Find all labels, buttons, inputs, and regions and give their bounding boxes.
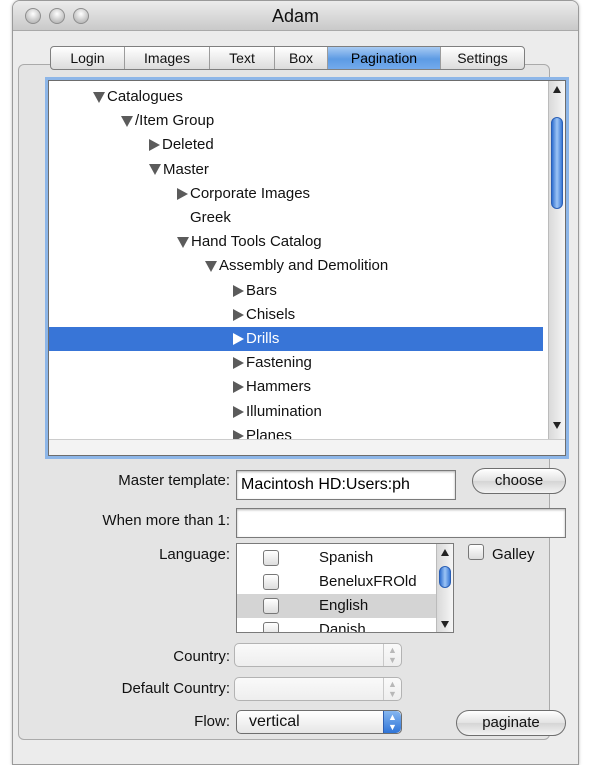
scroll-up-arrow-icon[interactable] xyxy=(549,81,565,97)
tree-vertical-scrollbar[interactable] xyxy=(548,81,565,455)
tab-settings[interactable]: Settings xyxy=(441,47,524,69)
language-option-label: English xyxy=(319,597,369,614)
title-bar: Adam xyxy=(13,1,578,31)
disclosure-expanded-icon[interactable] xyxy=(93,91,105,103)
tree-item[interactable]: Drills xyxy=(49,327,543,351)
tab-images[interactable]: Images xyxy=(125,47,210,69)
default-country-stepper-icon: ▲ ▼ xyxy=(383,678,401,700)
language-option-label: Danish xyxy=(319,621,366,633)
language-option[interactable]: Spanish xyxy=(237,546,436,570)
window-title: Adam xyxy=(271,6,320,26)
flow-stepper-icon: ▲ ▼ xyxy=(383,711,401,733)
disclosure-collapsed-icon[interactable] xyxy=(177,187,188,200)
master-template-field[interactable]: Macintosh HD:Users:ph xyxy=(236,470,456,500)
country-stepper-icon: ▲ ▼ xyxy=(383,644,401,666)
tree-item-label: Drills xyxy=(246,330,280,347)
language-option[interactable]: English xyxy=(237,594,436,618)
default-country-popup[interactable]: ▲ ▼ xyxy=(234,677,402,701)
disclosure-expanded-icon[interactable] xyxy=(177,236,189,248)
tree-item-label: Hammers xyxy=(246,378,312,396)
tree-item[interactable]: Bars xyxy=(49,279,543,303)
tab-bar: Login Images Text Box Pagination Setting… xyxy=(50,46,525,70)
tree-item[interactable]: Corporate Images xyxy=(49,182,543,206)
tab-text[interactable]: Text xyxy=(210,47,275,69)
language-scrollbar[interactable] xyxy=(436,544,453,632)
flow-label: Flow: xyxy=(194,713,230,730)
tree-item-label: Catalogues xyxy=(107,88,183,105)
disclosure-collapsed-icon[interactable] xyxy=(233,308,244,321)
language-checkbox[interactable] xyxy=(263,550,279,566)
tree-item[interactable]: Greek xyxy=(49,206,543,230)
tree-item[interactable]: Hammers xyxy=(49,375,543,399)
tree-item-label: Illumination xyxy=(246,402,322,420)
tree-item[interactable]: Catalogues xyxy=(49,85,543,109)
scroll-thumb[interactable] xyxy=(551,117,563,209)
language-list[interactable]: Danish English BeneluxFROld Spanish xyxy=(236,543,454,633)
language-scroll-thumb[interactable] xyxy=(439,566,451,588)
tree-item-label: Chisels xyxy=(246,305,296,323)
language-option-label: BeneluxFROld xyxy=(319,573,417,590)
language-checkbox[interactable] xyxy=(263,574,279,590)
default-country-label: Default Country: xyxy=(121,680,230,697)
choose-button[interactable]: choose xyxy=(472,468,566,494)
disclosure-collapsed-icon[interactable] xyxy=(233,333,244,346)
tree-item-label: Deleted xyxy=(162,136,214,154)
tab-pagination[interactable]: Pagination xyxy=(328,47,441,69)
tree-item[interactable]: Fastening xyxy=(49,351,543,375)
scroll-down-arrow-icon[interactable] xyxy=(549,417,565,433)
tree-item[interactable]: Chisels xyxy=(49,303,543,327)
tree-item[interactable]: Master xyxy=(49,158,543,182)
catalog-tree[interactable]: Planes Illumination Hammers Fastening Drills… xyxy=(48,80,566,456)
galley-label: Galley xyxy=(492,546,535,563)
tree-item-label: Hand Tools Catalog xyxy=(191,233,322,251)
disclosure-collapsed-icon[interactable] xyxy=(149,139,160,152)
tab-login[interactable]: Login xyxy=(51,47,125,69)
disclosure-collapsed-icon[interactable] xyxy=(233,405,244,418)
tree-item-label: Fastening xyxy=(246,354,312,372)
disclosure-collapsed-icon[interactable] xyxy=(233,357,244,370)
master-template-label: Master template: xyxy=(118,472,230,489)
tree-item[interactable]: Hand Tools Catalog xyxy=(49,230,543,254)
tree-item-label: Master xyxy=(163,160,209,178)
disclosure-expanded-icon[interactable] xyxy=(149,164,161,176)
language-scroll-up-icon[interactable] xyxy=(437,544,453,560)
tree-bottom-strip xyxy=(49,439,565,455)
tree-item[interactable]: Illumination xyxy=(49,400,543,424)
disclosure-collapsed-icon[interactable] xyxy=(233,381,244,394)
tab-box[interactable]: Box xyxy=(275,47,328,69)
flow-value: vertical xyxy=(249,713,300,730)
language-option-label: Spanish xyxy=(319,549,374,566)
tree-item-label: /Item Group xyxy=(135,112,215,130)
tree-item[interactable]: /Item Group xyxy=(49,109,543,133)
language-checkbox[interactable] xyxy=(263,622,279,632)
tree-item-label: Corporate Images xyxy=(190,184,311,202)
tree-item-label: Bars xyxy=(246,281,277,299)
language-option[interactable]: Danish xyxy=(237,618,436,633)
disclosure-expanded-icon[interactable] xyxy=(121,115,133,127)
language-label: Language: xyxy=(159,546,230,563)
galley-checkbox[interactable] xyxy=(468,544,484,560)
language-checkbox[interactable] xyxy=(263,598,279,614)
disclosure-expanded-icon[interactable] xyxy=(205,260,217,272)
country-popup[interactable]: ▲ ▼ xyxy=(234,643,402,667)
disclosure-collapsed-icon[interactable] xyxy=(233,284,244,297)
tree-item-label: Assembly and Demolition xyxy=(219,257,389,275)
flow-popup[interactable]: vertical ▲ ▼ xyxy=(236,710,402,734)
country-label: Country: xyxy=(173,648,230,665)
tree-item[interactable]: Deleted xyxy=(49,133,543,157)
when-more-than-label: When more than 1: xyxy=(102,512,230,529)
when-more-than-field[interactable] xyxy=(236,508,566,538)
language-scroll-down-icon[interactable] xyxy=(437,616,453,632)
tree-item-label: Greek xyxy=(190,209,231,226)
paginate-button[interactable]: paginate xyxy=(456,710,566,736)
language-option[interactable]: BeneluxFROld xyxy=(237,570,436,594)
tree-item[interactable]: Assembly and Demolition xyxy=(49,254,543,278)
